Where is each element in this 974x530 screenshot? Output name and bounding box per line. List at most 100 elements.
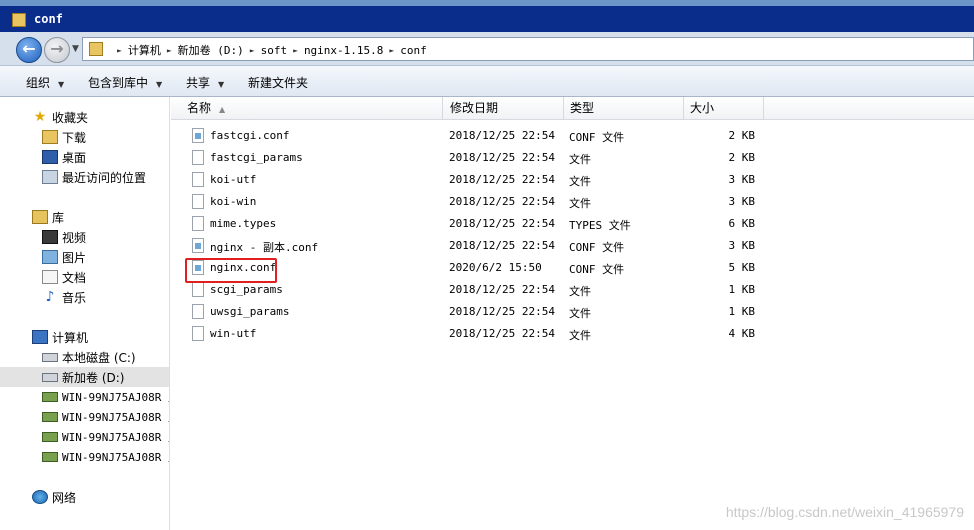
file-name: win-utf [210,327,257,340]
file-size: 4 KB [728,327,756,340]
breadcrumb-drive-d[interactable]: 新加卷 (D:) [178,42,244,58]
file-row[interactable]: fastcgi_params 2018/12/25 22:54 文件 2 KB [171,147,974,169]
file-row[interactable]: nginx.conf 2020/6/2 15:50 CONF 文件 5 KB [171,257,974,279]
chevron-right-icon[interactable]: ► [389,46,394,55]
chevron-right-icon[interactable]: ► [250,46,255,55]
column-header-size[interactable]: 大小 [684,97,764,120]
file-modified-date: 2018/12/25 22:54 [449,217,555,230]
chevron-right-icon[interactable]: ► [117,46,122,55]
file-icon [192,172,204,187]
nav-label: WIN-99NJ75AJ08R 上 [62,451,170,464]
file-modified-date: 2018/12/25 22:54 [449,151,555,164]
file-row[interactable]: uwsgi_params 2018/12/25 22:54 文件 1 KB [171,301,974,323]
desktop-icon [42,150,58,164]
organize-button[interactable]: 组织 ▼ [26,74,64,91]
nav-label: 桌面 [62,150,87,165]
new-folder-button[interactable]: 新建文件夹 [248,74,308,91]
nav-documents[interactable]: 文档 [0,267,169,287]
downloads-folder-icon [42,130,58,144]
computer-icon [32,330,48,344]
navigation-pane: ★ 收藏夹 下载 桌面 最近访问的位置 库 视频 图片 文档 ♪ 音乐 计算机 … [0,97,170,530]
nav-favorites[interactable]: ★ 收藏夹 [0,107,169,127]
nav-network-drive[interactable]: WIN-99NJ75AJ08R 上 [0,387,170,407]
recent-pages-dropdown-icon[interactable]: ▼ [72,44,79,54]
file-size: 3 KB [728,195,756,208]
nav-libraries[interactable]: 库 [0,207,169,227]
include-library-button[interactable]: 包含到库中 ▼ [88,74,162,91]
organize-label: 组织 [26,76,51,90]
nav-label: WIN-99NJ75AJ08R 上 [62,411,170,424]
file-row[interactable]: fastcgi.conf 2018/12/25 22:54 CONF 文件 2 KB [171,125,974,147]
file-icon [192,304,204,319]
nav-label: 视频 [62,230,87,245]
nav-network-drive[interactable]: WIN-99NJ75AJ08R 上 [0,447,170,467]
command-toolbar: 组织 ▼ 包含到库中 ▼ 共享 ▼ 新建文件夹 [0,66,974,97]
file-type: CONF 文件 [569,131,625,144]
file-type: TYPES 文件 [569,219,631,232]
address-bar[interactable]: ► 计算机 ► 新加卷 (D:) ► soft ► nginx-1.15.8 ►… [82,37,974,61]
breadcrumb-nginx[interactable]: nginx-1.15.8 [304,44,383,57]
file-row[interactable]: mime.types 2018/12/25 22:54 TYPES 文件 6 KB [171,213,974,235]
file-size: 3 KB [728,173,756,186]
recent-places-icon [42,170,58,184]
nav-label: WIN-99NJ75AJ08R 上 [62,431,170,444]
nav-label: 音乐 [62,290,87,305]
column-modified-label: 修改日期 [450,101,499,115]
file-size: 3 KB [728,239,756,252]
file-row[interactable]: koi-utf 2018/12/25 22:54 文件 3 KB [171,169,974,191]
watermark: https://blog.csdn.net/weixin_41965979 [725,504,964,520]
back-button[interactable]: ← [16,37,42,63]
nav-computer[interactable]: 计算机 [0,327,169,347]
file-size: 1 KB [728,305,756,318]
file-name: uwsgi_params [210,305,290,318]
breadcrumb-conf[interactable]: conf [400,44,427,57]
config-file-icon [192,128,204,143]
nav-downloads[interactable]: 下载 [0,127,169,147]
file-size: 2 KB [728,129,756,142]
nav-music[interactable]: ♪ 音乐 [0,287,169,307]
file-row[interactable]: scgi_params 2018/12/25 22:54 文件 1 KB [171,279,974,301]
nav-pictures[interactable]: 图片 [0,247,169,267]
folder-icon [89,42,103,56]
file-size: 5 KB [728,261,756,274]
file-row[interactable]: koi-win 2018/12/25 22:54 文件 3 KB [171,191,974,213]
nav-recent-places[interactable]: 最近访问的位置 [0,167,169,187]
column-header-type[interactable]: 类型 [564,97,684,120]
file-type: 文件 [569,197,591,210]
nav-label: 新加卷 (D:) [62,370,125,385]
nav-label: WIN-99NJ75AJ08R 上 [62,391,170,404]
file-row[interactable]: nginx - 副本.conf 2018/12/25 22:54 CONF 文件 3 … [171,235,974,257]
column-header-name[interactable]: 名称 ▲ [181,97,443,120]
breadcrumb-computer[interactable]: 计算机 [128,42,161,58]
share-button[interactable]: 共享 ▼ [186,74,224,91]
nav-network[interactable]: 网络 [0,487,169,507]
file-name: nginx - 副本.conf [210,241,319,254]
chevron-right-icon[interactable]: ► [167,46,172,55]
file-name: scgi_params [210,283,283,296]
file-row[interactable]: win-utf 2018/12/25 22:54 文件 4 KB [171,323,974,345]
file-icon [192,150,204,165]
column-type-label: 类型 [570,101,595,115]
forward-button[interactable]: → [44,37,70,63]
libraries-icon [32,210,48,224]
nav-new-volume-d[interactable]: 新加卷 (D:) [0,367,169,387]
nav-label: 图片 [62,250,87,265]
breadcrumb-soft[interactable]: soft [261,44,288,57]
file-size: 1 KB [728,283,756,296]
file-modified-date: 2018/12/25 22:54 [449,305,555,318]
chevron-down-icon: ▼ [58,80,65,89]
chevron-right-icon[interactable]: ► [293,46,298,55]
file-icon [192,194,204,209]
nav-videos[interactable]: 视频 [0,227,169,247]
nav-label: 最近访问的位置 [62,170,147,185]
file-icon [192,216,204,231]
file-name: koi-utf [210,173,257,186]
nav-desktop[interactable]: 桌面 [0,147,169,167]
nav-label: 文档 [62,270,87,285]
nav-local-disk-c[interactable]: 本地磁盘 (C:) [0,347,169,367]
nav-network-drive[interactable]: WIN-99NJ75AJ08R 上 [0,407,170,427]
pictures-icon [42,250,58,264]
column-name-label: 名称 [187,101,212,115]
nav-network-drive[interactable]: WIN-99NJ75AJ08R 上 [0,427,170,447]
column-header-modified[interactable]: 修改日期 [444,97,564,120]
